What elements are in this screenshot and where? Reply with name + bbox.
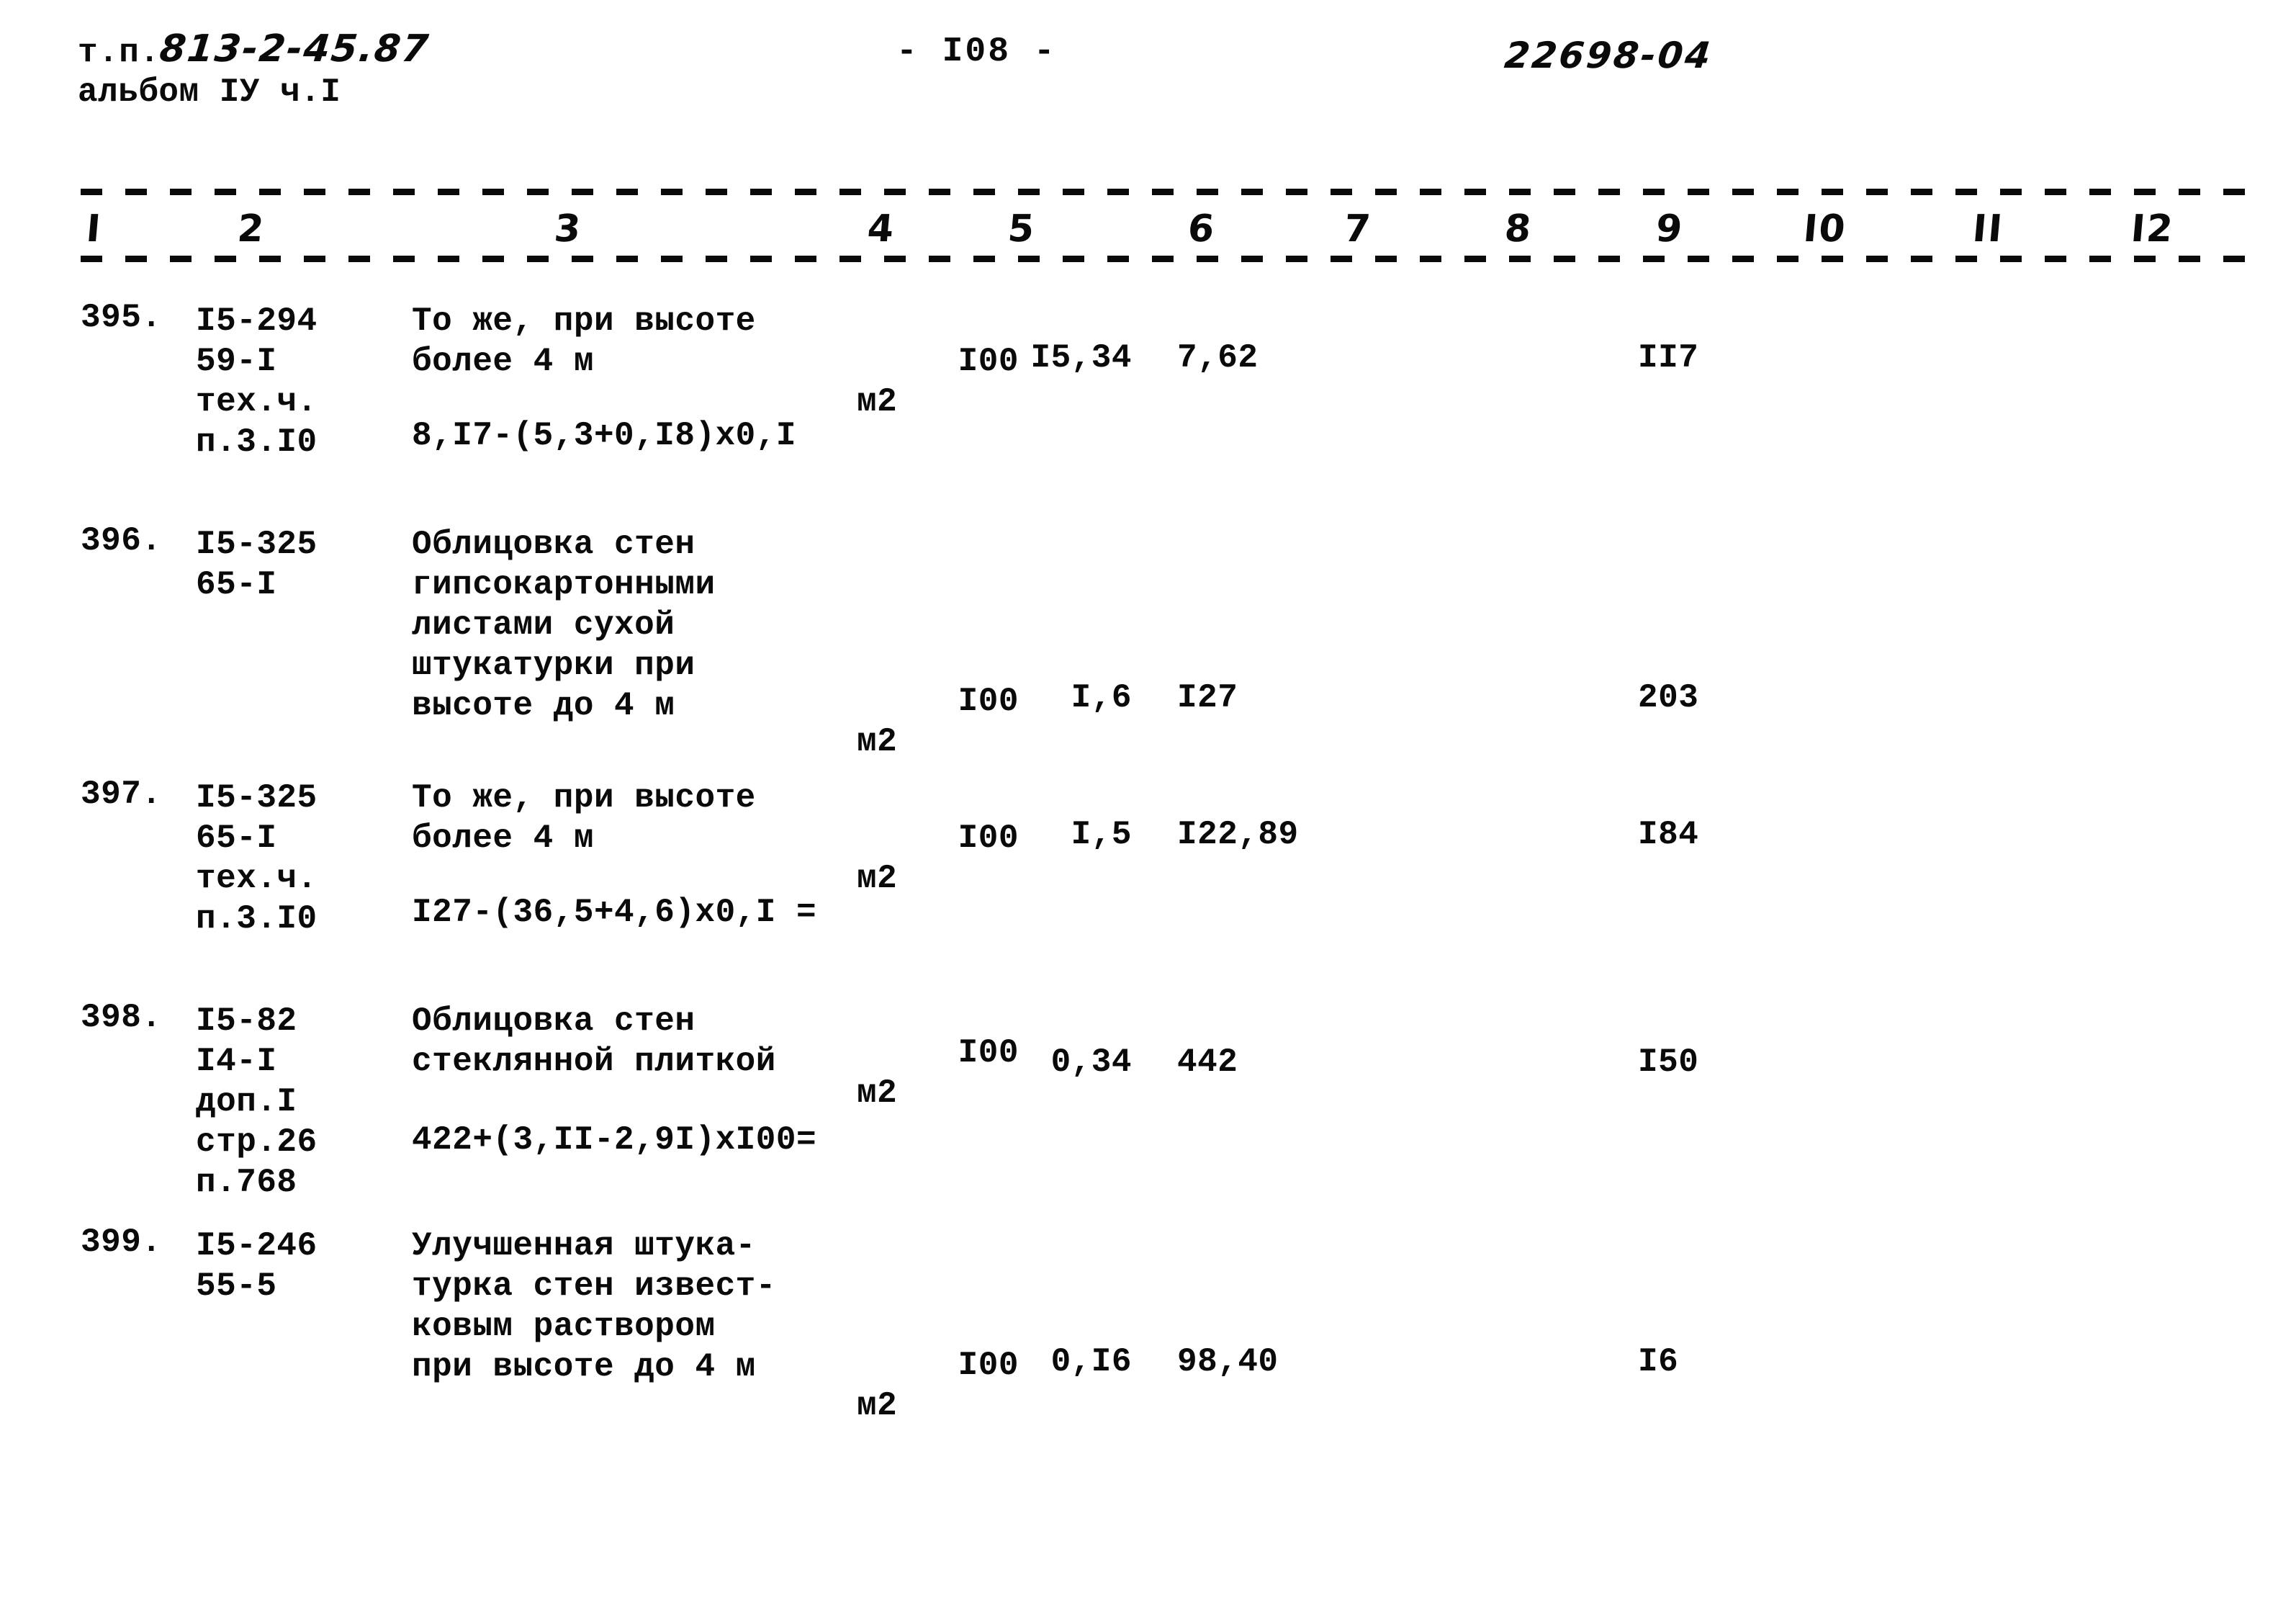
column-header-8: 8: [1503, 207, 1534, 251]
table-rule-bottom: [81, 256, 2248, 262]
row-col5: I,5: [1071, 816, 1132, 853]
row-code-block: I5-82 I4-I доп.I стр.26 п.768: [196, 1002, 318, 1201]
row-number: 397.: [81, 776, 162, 813]
row-formula: 8,I7-(5,3+0,I8)х0,I: [412, 417, 796, 454]
row-number: 399.: [81, 1224, 162, 1261]
row-code-block: I5-246 55-5: [196, 1227, 318, 1305]
type-prefix-label: т.п.: [78, 34, 161, 71]
row-code-block: I5-325 65-I: [196, 526, 318, 603]
row-col6: I22,89: [1177, 816, 1299, 853]
row-col6: 98,40: [1177, 1343, 1279, 1381]
row-col6: 442: [1177, 1043, 1238, 1081]
row-code-block: I5-325 65-I тех.ч. п.3.I0: [196, 779, 318, 938]
column-header-1: I: [84, 207, 104, 251]
column-header-11: II: [1971, 207, 2006, 251]
row-description: То же, при высоте более 4 м: [412, 779, 756, 857]
unit-bottom: м2: [857, 1387, 898, 1424]
row-col6: I27: [1177, 679, 1238, 717]
row-description: Облицовка стен стеклянной плиткой: [412, 1002, 776, 1080]
type-code-value: 813-2-45.87: [158, 27, 432, 71]
document-page: т.п. 813-2-45.87 альбом IУ ч.I - I08 - 2…: [0, 0, 2296, 1616]
document-number: 22698-04: [1502, 35, 1715, 76]
column-header-4: 4: [865, 207, 897, 251]
column-header-6: 6: [1186, 207, 1217, 251]
row-unit: I00 м2: [837, 778, 1019, 979]
row-unit: I00 м2: [837, 1305, 1019, 1507]
unit-bottom: м2: [857, 383, 898, 421]
column-header-12: I2: [2129, 207, 2176, 251]
row-col9: II7: [1638, 339, 1699, 377]
row-number: 395.: [81, 299, 162, 336]
row-formula: I27-(36,5+4,6)х0,I =: [412, 894, 817, 931]
row-col5: 0,I6: [1050, 1343, 1132, 1381]
row-col6: 7,62: [1177, 339, 1259, 377]
document-type-code: т.п. 813-2-45.87: [78, 27, 432, 71]
row-description: Улучшенная штука- турка стен извест- ков…: [412, 1227, 776, 1386]
row-col5: I5,34: [1030, 339, 1132, 377]
row-col9: I6: [1638, 1343, 1679, 1381]
column-header-5: 5: [1006, 207, 1037, 251]
unit-bottom: м2: [857, 723, 898, 760]
row-unit: I00 м2: [837, 992, 1019, 1194]
row-col9: 203: [1638, 679, 1699, 717]
row-description: То же, при высоте более 4 м: [412, 302, 756, 380]
unit-bottom: м2: [857, 1074, 898, 1112]
row-col9: I50: [1638, 1043, 1699, 1081]
column-header-3: 3: [552, 207, 584, 251]
column-header-10: I0: [1801, 207, 1849, 251]
row-col9: I84: [1638, 816, 1699, 853]
row-unit: I00 м2: [837, 301, 1019, 503]
column-header-7: 7: [1342, 207, 1374, 251]
row-description: Облицовка стен гипсокартонными листами с…: [412, 526, 716, 724]
page-number: - I08 -: [896, 32, 1057, 71]
row-col5: 0,34: [1050, 1043, 1132, 1081]
row-code-block: I5-294 59-I тех.ч. п.3.I0: [196, 302, 318, 461]
row-formula: 422+(3,II-2,9I)хI00=: [412, 1121, 817, 1159]
row-number: 398.: [81, 999, 162, 1036]
row-number: 396.: [81, 522, 162, 560]
row-col5: I,6: [1071, 679, 1132, 717]
table-rule-top: [81, 189, 2248, 195]
column-header-2: 2: [235, 207, 267, 251]
unit-bottom: м2: [857, 860, 898, 897]
column-header-9: 9: [1654, 207, 1685, 251]
album-part-label: альбом IУ ч.I: [78, 73, 341, 111]
